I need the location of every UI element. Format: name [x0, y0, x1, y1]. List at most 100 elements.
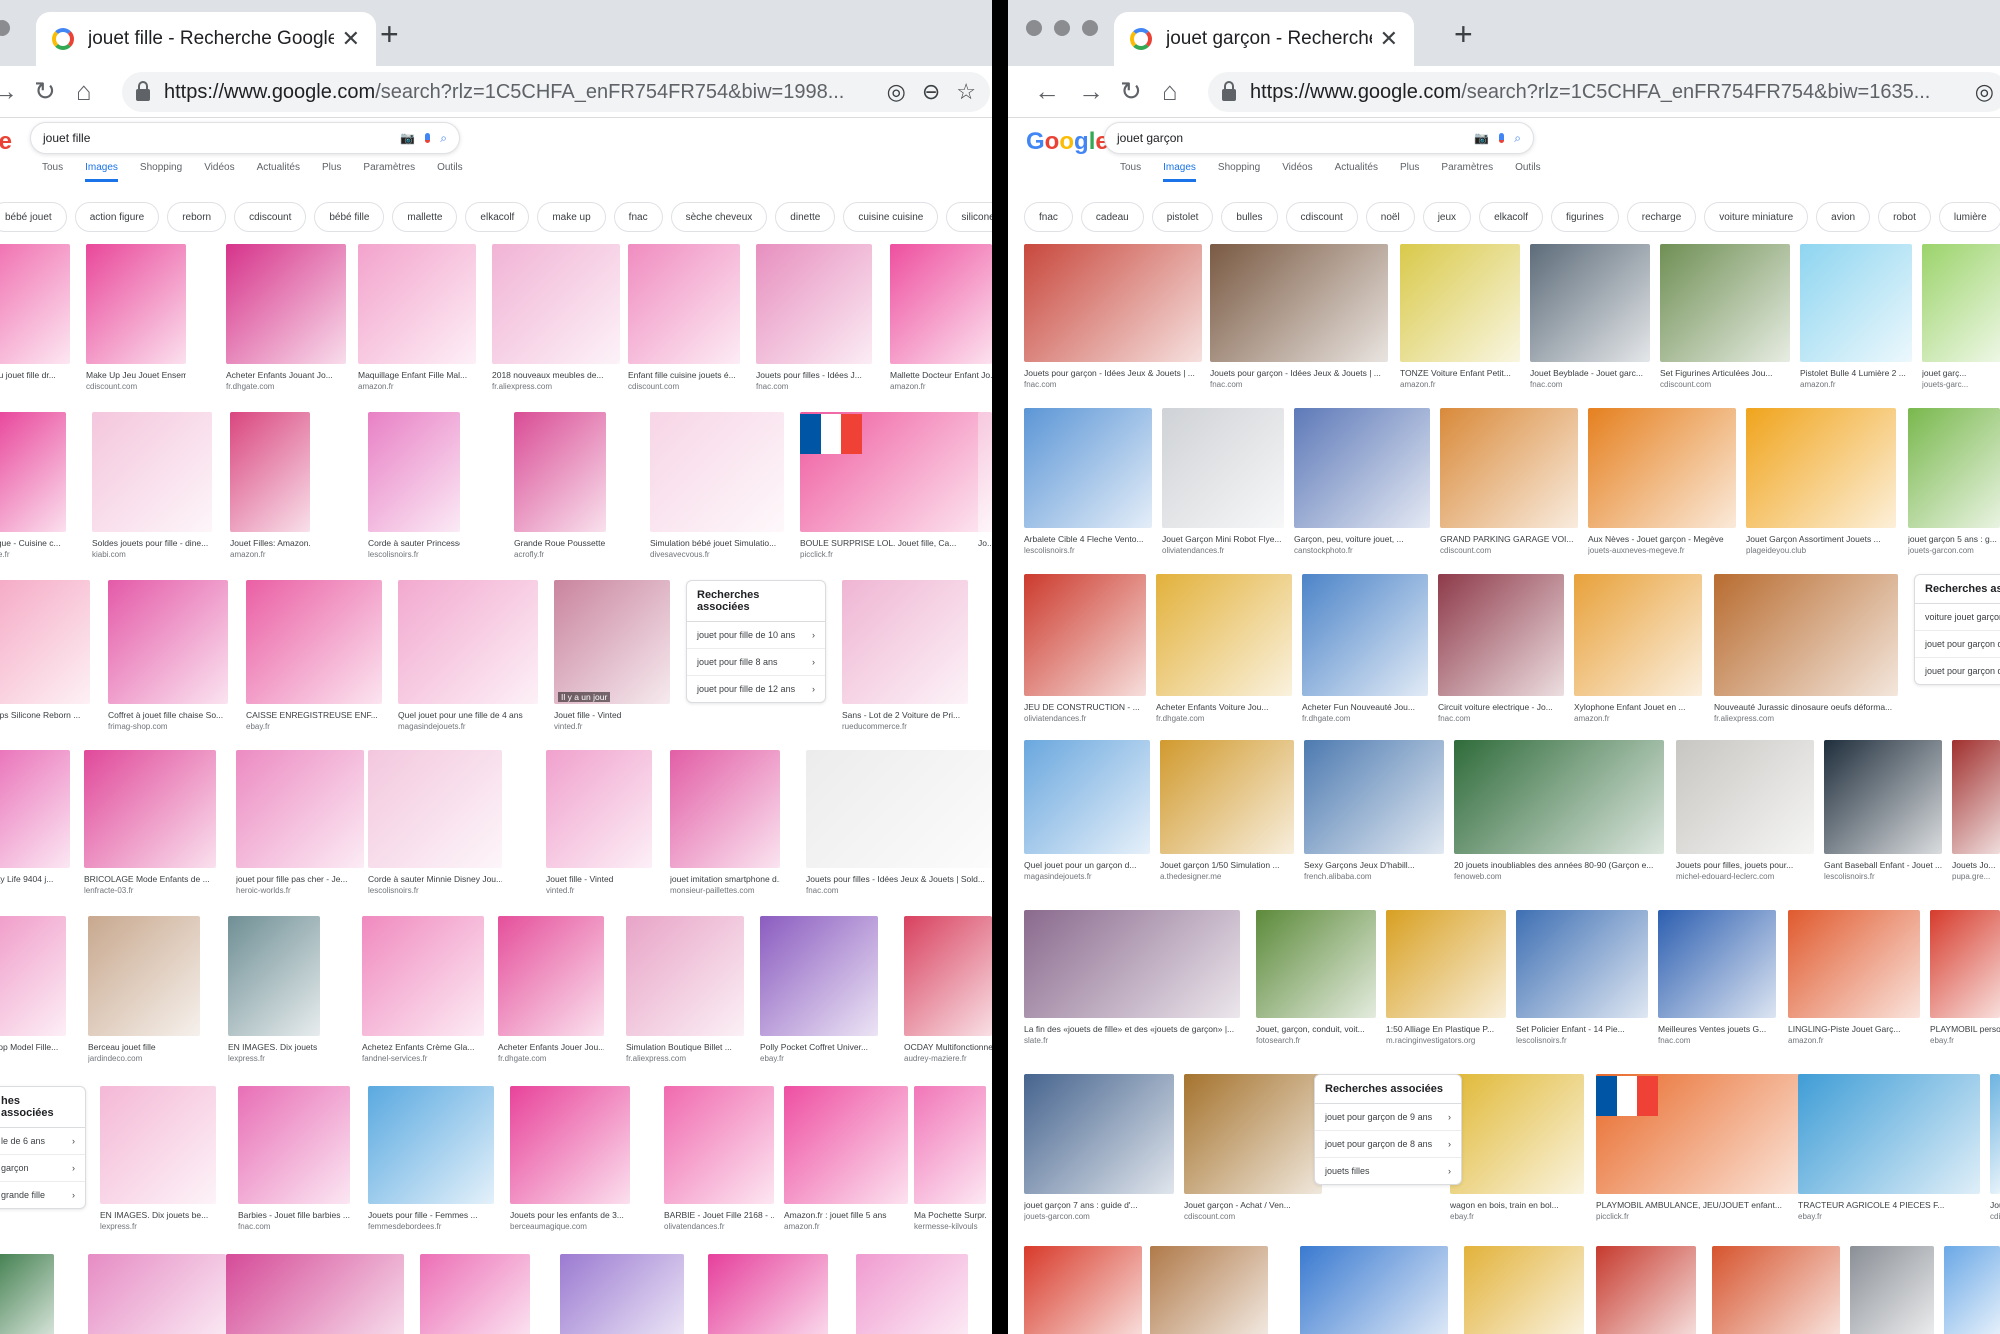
google-logo[interactable]: Google — [1026, 128, 1109, 156]
result-source[interactable]: ebay.fr — [1450, 1212, 1584, 1221]
result-caption[interactable]: Garçon, peu, voiture jouet, ... — [1294, 534, 1430, 544]
result-caption[interactable]: jouet garç... — [1922, 368, 2000, 378]
result-caption[interactable]: Quel jouet pour une fille de 4 ans — [398, 710, 538, 720]
related-search-item[interactable]: voiture jouet garçon› — [1915, 604, 2000, 631]
result-caption[interactable]: Make Up Jeu Jouet Ensembl... — [86, 370, 186, 380]
result-image[interactable] — [1454, 740, 1664, 854]
chip-suggestion[interactable]: dinette — [775, 202, 836, 232]
related-search-item[interactable]: jouet pour garçon de 8 ans › — [1315, 1131, 1461, 1158]
forward-icon[interactable]: → — [1078, 76, 1104, 107]
result-image[interactable] — [1150, 1246, 1268, 1334]
result-caption[interactable]: Coffret à jouet fille chaise So... — [108, 710, 228, 720]
result-image[interactable] — [1294, 408, 1430, 528]
result-source[interactable]: cdiscount.com — [1660, 380, 1790, 389]
chip-suggestion[interactable]: lumière — [1938, 202, 2000, 232]
result-image[interactable] — [664, 1086, 774, 1204]
result-source[interactable]: fr.dhgate.com — [226, 382, 346, 391]
result-source[interactable]: ebay.fr — [1798, 1212, 1980, 1221]
forward-icon[interactable]: → — [0, 76, 18, 107]
location-icon[interactable]: ◎ — [1975, 79, 1994, 105]
result-image[interactable] — [226, 1254, 404, 1334]
result-source[interactable]: fotosearch.fr — [1256, 1036, 1376, 1045]
related-search-item[interactable]: jouet pour garçon d› — [1915, 658, 2000, 684]
related-search-item[interactable]: garçon › — [0, 1155, 85, 1182]
zoom-icon[interactable]: ⊖ — [922, 79, 940, 105]
menu-parametres[interactable]: Paramètres — [1441, 162, 1493, 182]
result-caption[interactable]: LINGLING-Piste Jouet Garç... — [1788, 1024, 1920, 1034]
home-icon[interactable]: ⌂ — [1162, 76, 1178, 107]
result-image[interactable] — [1024, 244, 1202, 362]
search-box[interactable]: jouet garçon 📷 ⌕ — [1104, 122, 1534, 154]
search-box[interactable]: jouet fille 📷 ⌕ — [30, 122, 460, 154]
result-image[interactable] — [904, 916, 992, 1036]
result-caption[interactable]: jouet imitation smartphone d... — [670, 874, 780, 884]
result-image[interactable] — [92, 412, 212, 532]
menu-outils[interactable]: Outils — [1515, 162, 1541, 182]
result-source[interactable]: jardindeco.com — [88, 1054, 200, 1063]
result-caption[interactable]: 2018 nouveaux meubles de... — [492, 370, 620, 380]
chip-suggestion[interactable]: cdiscount — [234, 202, 307, 232]
result-caption[interactable]: Quel jouet pour un garçon d... — [1024, 860, 1150, 870]
result-image[interactable] — [890, 244, 992, 364]
result-image[interactable] — [230, 412, 310, 532]
result-caption[interactable]: Jouet Beyblade - Jouet garc... — [1530, 368, 1650, 378]
result-source[interactable]: plageideyou.club — [1746, 546, 1896, 555]
result-image[interactable] — [1184, 1074, 1322, 1194]
chip-suggestion[interactable]: avion — [1816, 202, 1871, 232]
result-caption[interactable]: BOULE SURPRISE LOL. Jouet fille, Ca... — [800, 538, 980, 548]
result-caption[interactable]: jeu jouet fille dr... — [0, 370, 70, 380]
result-image[interactable] — [1574, 574, 1702, 696]
result-image[interactable] — [1908, 408, 2000, 528]
result-source[interactable]: cdiscount.com — [628, 382, 740, 391]
tab-active[interactable]: jouet garçon - Recherche Goo ✕ — [1114, 12, 1414, 66]
result-source[interactable]: ebay.fr — [1930, 1036, 2000, 1045]
result-image[interactable] — [1800, 244, 1912, 362]
result-caption[interactable]: Nouveauté Jurassic dinosaure oeufs défor… — [1714, 702, 1898, 712]
result-source[interactable]: jouets-auxneves-megeve.fr — [1588, 546, 1736, 555]
result-image[interactable] — [1952, 740, 2000, 854]
result-source[interactable]: audrey-maziere.fr — [904, 1054, 992, 1063]
result-source[interactable]: ebay.fr — [246, 722, 382, 731]
result-caption[interactable]: Jo... — [978, 538, 992, 548]
result-source[interactable]: fnac.com — [1658, 1036, 1776, 1045]
result-image[interactable] — [1440, 408, 1578, 528]
result-source[interactable]: cdiscount.com — [1184, 1212, 1322, 1221]
microphone-icon[interactable] — [1499, 133, 1505, 143]
chip-suggestion[interactable]: make up — [537, 202, 606, 232]
location-icon[interactable]: ◎ — [887, 79, 906, 105]
chip-suggestion[interactable]: cdiscount — [1285, 202, 1358, 232]
chip-suggestion[interactable]: bébé jouet — [0, 202, 67, 232]
menu-tous[interactable]: Tous — [42, 162, 63, 182]
result-source[interactable]: fnac.com — [1024, 380, 1202, 389]
result-caption[interactable]: Enfant fille cuisine jouets é... — [628, 370, 740, 380]
search-icon[interactable]: ⌕ — [1514, 131, 1521, 146]
result-source[interactable]: a.thedesigner.me — [1160, 872, 1294, 881]
result-caption[interactable]: Corde à sauter Minnie Disney Jou... — [368, 874, 502, 884]
result-image[interactable] — [84, 750, 216, 868]
result-source[interactable]: frimag-shop.com — [108, 722, 228, 731]
chip-suggestion[interactable]: sèche cheveux — [670, 202, 768, 232]
result-image[interactable] — [1438, 574, 1564, 696]
result-source[interactable]: kiabi.com — [92, 550, 212, 559]
result-caption[interactable]: Jouets pour filles, jouets pour... — [1676, 860, 1814, 870]
result-caption[interactable]: Top Model Fille... — [0, 1042, 66, 1052]
result-caption[interactable]: Set Policier Enfant - 14 Pie... — [1516, 1024, 1648, 1034]
result-source[interactable]: acrofly.fr — [514, 550, 606, 559]
menu-images[interactable]: Images — [85, 162, 118, 182]
result-image[interactable] — [1256, 910, 1376, 1018]
menu-shopping[interactable]: Shopping — [140, 162, 182, 182]
result-image[interactable] — [1944, 1246, 2000, 1334]
reload-icon[interactable]: ↻ — [1120, 76, 1142, 107]
result-caption[interactable]: EN IMAGES. Dix jouets be... — [100, 1210, 216, 1220]
result-source[interactable]: canstockphoto.fr — [1294, 546, 1430, 555]
result-source[interactable]: fr.dhgate.com — [498, 1054, 604, 1063]
result-image[interactable] — [86, 244, 186, 364]
result-caption[interactable]: Aux Nèves - Jouet garçon - Megève — [1588, 534, 1736, 544]
result-source[interactable]: fnac.com — [1438, 714, 1564, 723]
result-caption[interactable]: Jouets pour filles - Idées J... — [756, 370, 872, 380]
result-image[interactable] — [1162, 408, 1284, 528]
result-caption[interactable]: Jouets pour garçon - Idées Jeux & Jouets… — [1024, 368, 1202, 378]
result-source[interactable]: french.alibaba.com — [1304, 872, 1444, 881]
result-caption[interactable]: Mallette Docteur Enfant Jo... — [890, 370, 992, 380]
result-image[interactable] — [492, 244, 620, 364]
